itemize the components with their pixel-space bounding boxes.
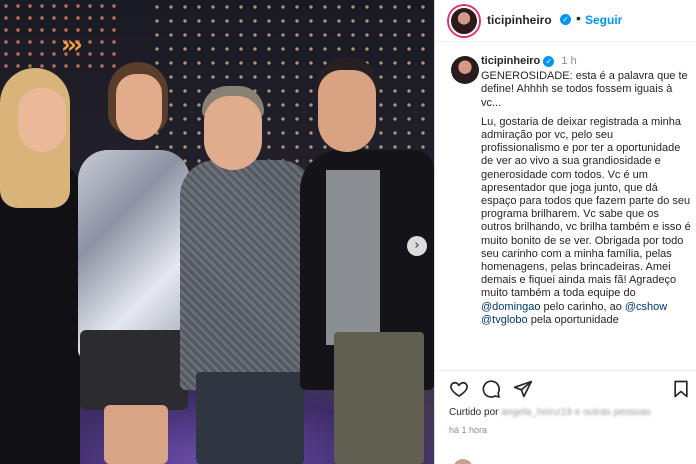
- verified-badge-icon: ✓: [560, 14, 571, 25]
- person-4-face: [318, 70, 376, 152]
- stage-chevrons-logo: ›››: [61, 30, 83, 60]
- separator-dot: •: [576, 10, 581, 26]
- person-4-shirt: [326, 170, 380, 345]
- person-2-sequin-top: [78, 150, 190, 360]
- person-2-skirt: [80, 330, 188, 410]
- caption-username[interactable]: ticipinheiro: [481, 55, 540, 67]
- post-timestamp: há 1 hora: [449, 425, 488, 435]
- person-3-face: [204, 96, 262, 170]
- caption-time: 1 h: [561, 55, 577, 67]
- follow-button[interactable]: Seguir: [585, 13, 622, 27]
- likes-names[interactable]: angela_heinz19 e outras pessoas: [501, 407, 651, 418]
- post-photo[interactable]: ››› ›: [0, 0, 434, 464]
- caption-verified-badge-icon: ✓: [543, 56, 555, 67]
- mention-domingao[interactable]: @domingao: [481, 301, 540, 313]
- caption: ticipinheiro ✓ 1 h GENEROSIDADE: esta é …: [435, 50, 696, 372]
- person-3-shirt: [180, 160, 315, 390]
- share-icon[interactable]: [513, 379, 533, 399]
- author-username[interactable]: ticipinheiro: [487, 13, 552, 27]
- post-actions: Curtido por angela_heinz19 e outras pess…: [435, 370, 696, 464]
- stage-lights-left: [0, 0, 120, 70]
- author-avatar[interactable]: [449, 6, 479, 36]
- person-2-legs: [104, 405, 168, 464]
- caption-author-avatar[interactable]: [451, 56, 479, 84]
- post-side-panel: ticipinheiro ✓ • Seguir ticipinheiro ✓ 1…: [434, 0, 696, 464]
- caption-paragraph-2: Lu, gostaria de deixar registrada a minh…: [481, 115, 691, 300]
- heart-icon[interactable]: [449, 379, 469, 399]
- likes-prefix: Curtido por: [449, 407, 499, 418]
- person-3-jeans: [196, 372, 304, 464]
- post-header: ticipinheiro ✓ • Seguir: [435, 0, 696, 42]
- caption-paragraph-4: pela oportunidade: [530, 313, 619, 326]
- caption-paragraph-3: pelo carinho, ao: [543, 300, 622, 313]
- caption-paragraph-1: GENEROSIDADE: esta é a palavra que te de…: [481, 70, 688, 109]
- carousel-next-button[interactable]: ›: [407, 236, 427, 256]
- bookmark-icon[interactable]: [671, 379, 691, 399]
- person-1-face: [18, 88, 66, 152]
- person-4-pants: [334, 332, 424, 464]
- likes-summary: Curtido por angela_heinz19 e outras pess…: [449, 407, 651, 418]
- caption-body: ticipinheiro ✓ 1 h GENEROSIDADE: esta é …: [481, 55, 691, 327]
- mention-cshow[interactable]: @cshow: [625, 301, 667, 313]
- comment-icon[interactable]: [481, 379, 501, 399]
- viewer-avatar: [453, 459, 473, 464]
- person-2-face: [116, 74, 162, 140]
- stage-lights: [150, 0, 434, 170]
- mention-tvglobo[interactable]: @tvglobo: [481, 314, 528, 326]
